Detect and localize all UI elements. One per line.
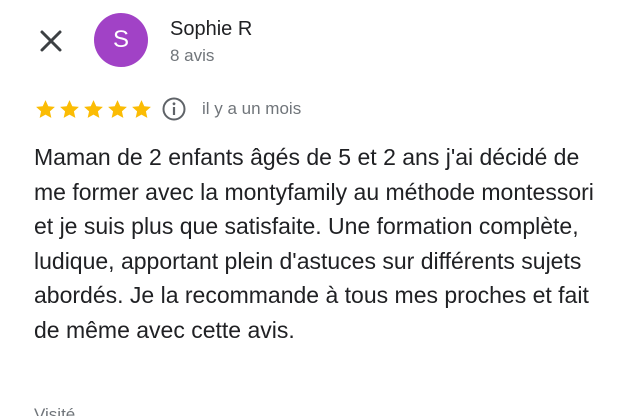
info-button[interactable] — [161, 96, 187, 122]
reviewer-header: S Sophie R 8 avis — [0, 0, 626, 80]
review-date: il y a un mois — [202, 99, 302, 118]
visited-label: Visité — [34, 405, 76, 416]
review-count: 8 avis — [170, 46, 215, 65]
star-icon — [106, 98, 129, 121]
info-icon — [162, 97, 186, 121]
avatar[interactable]: S — [94, 13, 148, 67]
star-icon — [58, 98, 81, 121]
star-rating — [34, 98, 153, 121]
close-icon — [40, 30, 62, 52]
star-icon — [34, 98, 57, 121]
star-icon — [82, 98, 105, 121]
review-meta: il y a un mois — [34, 94, 301, 124]
review-detail-panel: S Sophie R 8 avis il y a un mois Maman d… — [0, 0, 626, 416]
close-button[interactable] — [36, 26, 66, 56]
star-icon — [130, 98, 153, 121]
reviewer-name[interactable]: Sophie R — [170, 17, 252, 41]
review-body: Maman de 2 enfants âgés de 5 et 2 ans j'… — [34, 144, 594, 343]
